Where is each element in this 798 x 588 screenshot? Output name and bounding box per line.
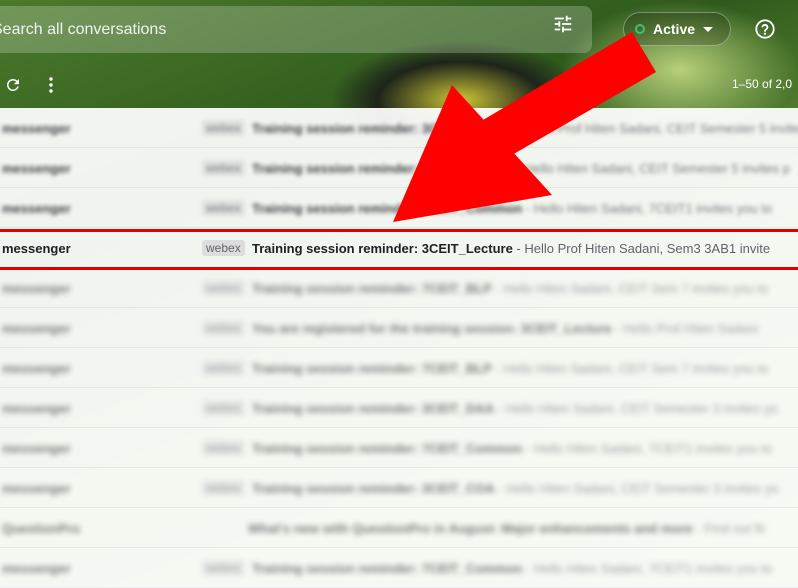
email-sender: messenger [2,400,71,416]
email-row[interactable]: messenger webex Training session reminder:… [0,108,798,148]
search-input[interactable] [0,19,514,40]
help-icon[interactable] [754,18,776,40]
email-subject: Training session reminder: 3CEIT_COA - H… [252,481,778,496]
more-vert-icon[interactable] [44,76,58,94]
email-row[interactable]: messenger webex Training session reminder:… [0,428,798,468]
email-subject: Training session reminder: 7CEIT_Common … [252,441,772,456]
email-sender: messenger [2,560,71,576]
email-label-chip[interactable]: webex [202,400,245,416]
email-snippet: - Hello Hiten Sadani, CEIT Sem 7 invites… [491,280,769,296]
email-sender: messenger [2,280,71,296]
refresh-icon[interactable] [4,76,22,94]
email-sender: QuestionPro [2,520,81,536]
email-row[interactable]: messenger webex Training session reminder:… [0,388,798,428]
email-subject: What's new with QuestionPro in August: M… [248,521,766,536]
email-snippet: - Hello Hiten Sadani, CEIT Semester 3 in… [494,480,779,496]
email-row[interactable]: messenger webex You are registered for the… [0,308,798,348]
email-sender: messenger [2,120,71,136]
email-subject: Training session reminder: 7CEIT_Common … [252,201,772,216]
email-label-chip[interactable]: webex [202,480,245,496]
email-subject-text: Training session reminder: 3CEIT_Lecture [252,240,513,256]
email-sender: messenger [2,240,71,256]
email-label-chip[interactable]: webex [202,320,245,336]
email-subject: Training session reminder: 7CEIT_Common … [252,561,772,576]
email-subject-text: You are registered for the training sess… [252,320,612,336]
search-bar[interactable] [0,6,592,53]
email-subject-text: Training session reminder: 3CEIT_DAA [252,400,495,416]
email-row[interactable]: messenger webex Training session reminder:… [0,228,798,268]
email-row[interactable]: QuestionPro What's new with QuestionPro i… [0,508,798,548]
email-subject-text: Training session reminder: 5CEIT_Lecture [252,160,513,176]
email-sender: messenger [2,160,71,176]
pagination-text: 1–50 of 2,0 [732,77,793,91]
email-subject-text: Training session reminder: 3CEIT_Lecture [252,120,513,136]
email-label-chip[interactable]: webex [202,120,245,136]
email-label-chip[interactable]: webex [202,280,245,296]
email-subject-text: Training session reminder: 7CEIT_BLP [252,360,492,376]
email-subject: You are registered for the training sess… [252,321,758,336]
email-subject: Training session reminder: 5CEIT_Lecture… [252,161,790,176]
email-snippet: - Hello Hiten Sadani, 7CEIT1 invites you… [522,200,773,216]
email-list: messenger webex Training session reminder:… [0,108,798,588]
email-label-chip[interactable]: webex [202,200,245,216]
email-snippet: - Hello Hiten Sadani, 7CEIT1 invites you… [522,440,773,456]
email-snippet: - Hello Prof Hiten Sadani, Sem3 3AB1 inv… [512,240,771,256]
email-snippet: - Hello Prof Hiten Sadani [611,320,759,336]
email-subject-text: What's new with QuestionPro in August: M… [248,520,693,536]
email-subject: Training session reminder: 7CEIT_BLP - H… [252,281,768,296]
email-sender: messenger [2,480,71,496]
email-snippet: - Hello Prof Hiten Sadani, CEIT Semester… [512,120,798,136]
mail-toolbar: 1–50 of 2,0 [0,62,798,108]
email-row[interactable]: messenger webex Training session reminder:… [0,348,798,388]
email-subject-text: Training session reminder: 7CEIT_Common [252,440,523,456]
email-subject: Training session reminder: 3CEIT_Lecture… [252,121,798,136]
email-sender: messenger [2,360,71,376]
email-subject: Training session reminder: 7CEIT_BLP - H… [252,361,768,376]
status-button[interactable]: Active [623,12,731,46]
email-subject-text: Training session reminder: 7CEIT_Common [252,200,523,216]
tune-icon[interactable] [552,13,574,35]
email-row[interactable]: messenger webex Training session reminder:… [0,148,798,188]
email-snippet: - Find out fir [692,520,766,536]
email-row[interactable]: messenger webex Training session reminder:… [0,188,798,228]
email-snippet: - Hello Hiten Sadani, CEIT Semester 3 in… [494,400,778,416]
email-snippet: - Hello Hiten Sadani, CEIT Sem 7 invites… [491,360,769,376]
top-bar: Active [0,0,798,62]
email-subject-text: Training session reminder: 7CEIT_Common [252,560,523,576]
status-label: Active [653,21,696,37]
email-sender: messenger [2,200,71,216]
email-subject: Training session reminder: 3CEIT_Lecture… [252,241,770,256]
email-row[interactable]: messenger webex Training session reminder:… [0,468,798,508]
email-subject: Training session reminder: 3CEIT_DAA - H… [252,401,778,416]
email-subject-text: Training session reminder: 3CEIT_COA [252,480,495,496]
email-sender: messenger [2,320,71,336]
email-subject-text: Training session reminder: 7CEIT_BLP [252,280,492,296]
email-row[interactable]: messenger webex Training session reminder:… [0,548,798,588]
email-label-chip[interactable]: webex [202,240,245,256]
email-snippet: - Hello Hiten Sadani, CEIT Semester 5 in… [512,160,791,176]
chevron-down-icon [703,26,714,32]
email-label-chip[interactable]: webex [202,160,245,176]
email-label-chip[interactable]: webex [202,560,245,576]
email-label-chip[interactable]: webex [202,440,245,456]
email-row[interactable]: messenger webex Training session reminder:… [0,268,798,308]
email-label-chip[interactable]: webex [202,360,245,376]
email-snippet: - Hello Hiten Sadani, 7CEIT1 invites you… [522,560,773,576]
status-dot-icon [635,24,645,34]
email-sender: messenger [2,440,71,456]
